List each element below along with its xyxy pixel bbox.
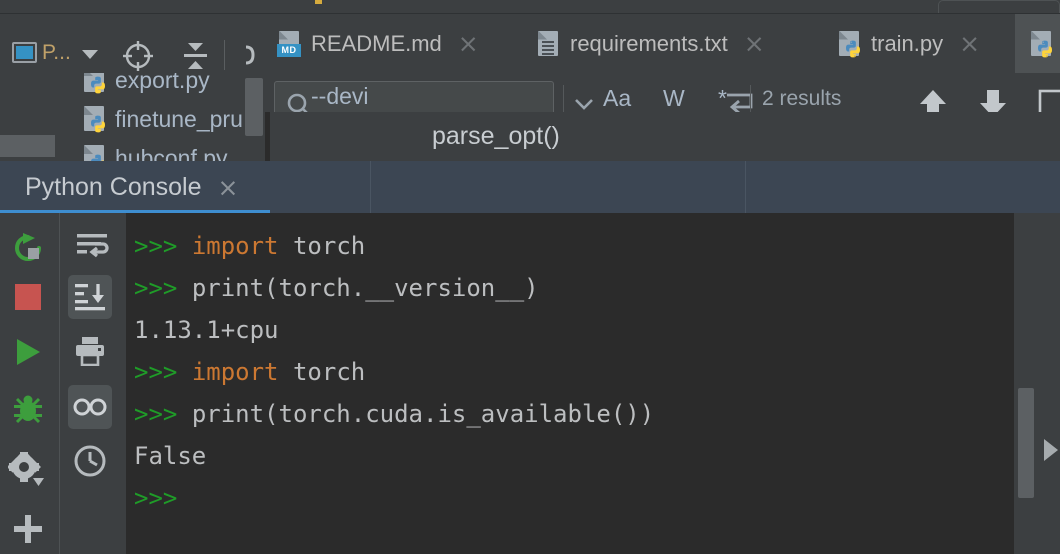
editor-tab-bar: MD README.md × requirements.txt × train.… xyxy=(263,14,1060,73)
header-divider xyxy=(370,161,371,213)
python-file-icon xyxy=(837,30,861,58)
run-button[interactable] xyxy=(6,330,50,374)
results-count-label: 2 results xyxy=(762,87,842,110)
top-strip xyxy=(0,0,1060,14)
toolbar-divider xyxy=(224,40,225,70)
project-toolbar-label[interactable]: P... xyxy=(42,41,71,65)
rerun-button[interactable] xyxy=(6,227,50,271)
header-divider xyxy=(745,161,746,213)
tab-close-icon[interactable]: × xyxy=(959,31,980,56)
stop-button[interactable] xyxy=(6,275,50,319)
console-line: >>> import torch xyxy=(134,358,366,386)
command-history-button[interactable] xyxy=(68,439,112,483)
toolbar-options-icon[interactable] xyxy=(246,44,256,66)
console-output[interactable]: >>> import torch >>> print(torch.__versi… xyxy=(126,213,1014,554)
console-line: >>> xyxy=(134,484,178,512)
collapse-all-icon[interactable] xyxy=(180,41,211,71)
editor-tab-train[interactable]: train.py × xyxy=(823,14,1015,73)
console-toolwindow-header: Python Console × xyxy=(0,161,1060,213)
match-case-toggle[interactable]: Aa xyxy=(603,85,631,112)
console-run-toolbar xyxy=(0,213,59,554)
tree-item-finetune[interactable]: finetune_pru xyxy=(0,100,243,138)
tooltip-text: parse_opt() xyxy=(432,122,560,150)
new-console-button[interactable] xyxy=(6,507,50,551)
modified-indicator xyxy=(315,0,322,4)
popup-top-edge xyxy=(938,0,1060,13)
words-toggle[interactable]: W xyxy=(663,85,685,112)
editor-tab-active[interactable] xyxy=(1015,14,1060,73)
python-file-icon xyxy=(82,73,106,94)
python-file-icon xyxy=(82,105,106,133)
tree-item-label: export.py xyxy=(115,73,210,93)
scroll-to-end-button[interactable] xyxy=(68,275,112,319)
console-view-toolbar xyxy=(60,213,126,554)
chevron-down-icon[interactable] xyxy=(82,50,98,59)
tree-scrollbar[interactable] xyxy=(245,78,263,136)
settings-gear-icon[interactable] xyxy=(4,447,48,491)
regex-toggle[interactable]: * xyxy=(718,85,727,112)
markdown-file-icon: MD xyxy=(277,30,301,58)
tree-item-export[interactable]: export.py xyxy=(0,73,210,99)
tree-item-label: finetune_pru xyxy=(115,105,243,132)
debug-button[interactable] xyxy=(6,387,50,431)
console-line: >>> import torch xyxy=(134,232,366,260)
select-opened-file-icon[interactable] xyxy=(121,39,155,73)
editor-tab-readme[interactable]: MD README.md × xyxy=(263,14,522,73)
pycharm-window: P... MD README.md × requirements.txt × t… xyxy=(0,0,1060,554)
print-button[interactable] xyxy=(68,329,112,373)
parameter-info-tooltip: parse_opt() xyxy=(270,112,1060,161)
console-line: False xyxy=(134,442,207,470)
tab-close-icon[interactable]: × xyxy=(744,31,765,56)
console-line: >>> print(torch.cuda.is_available()) xyxy=(134,400,655,428)
search-input-value[interactable]: --devi xyxy=(311,83,369,110)
tree-selection-highlight xyxy=(0,135,55,157)
project-tree: export.py finetune_pru hubconf.py xyxy=(0,73,263,170)
console-right-gutter xyxy=(1014,213,1060,554)
text-file-icon xyxy=(536,30,560,58)
python-console-body: >>> import torch >>> print(torch.__versi… xyxy=(0,213,1060,554)
project-window-icon[interactable] xyxy=(12,42,37,63)
editor-tab-requirements[interactable]: requirements.txt × xyxy=(522,14,823,73)
project-toolbar: P... xyxy=(0,14,263,73)
expand-panel-icon[interactable] xyxy=(1044,439,1058,461)
show-variables-button[interactable] xyxy=(68,385,112,429)
console-line: >>> print(torch.__version__) xyxy=(134,274,539,302)
tab-close-icon[interactable]: × xyxy=(458,31,479,56)
close-icon[interactable]: × xyxy=(218,175,239,200)
console-line: 1.13.1+cpu xyxy=(134,316,279,344)
soft-wrap-button[interactable] xyxy=(70,225,114,269)
python-file-icon xyxy=(1029,30,1053,58)
console-scrollbar[interactable] xyxy=(1018,388,1034,498)
tab-python-console[interactable]: Python Console × xyxy=(0,161,270,213)
